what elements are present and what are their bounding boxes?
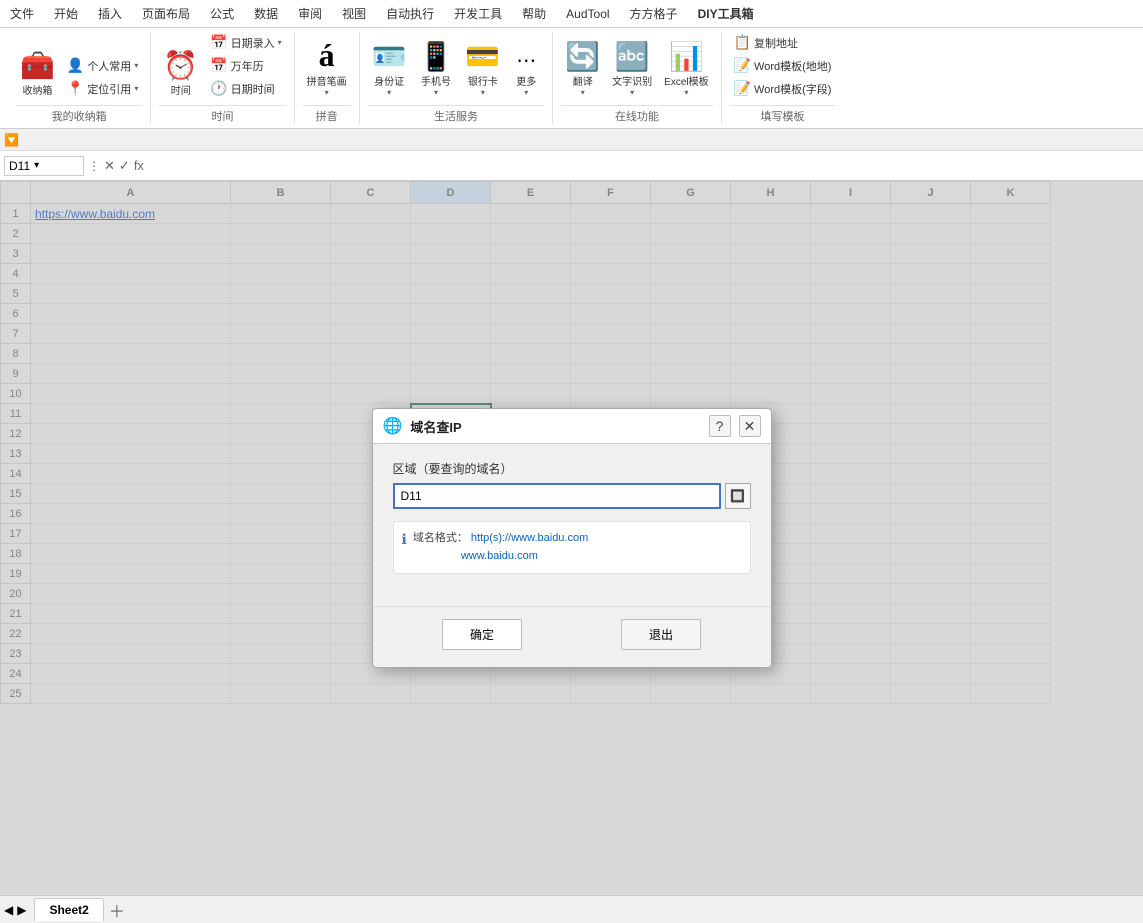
almanac-icon: 📅 <box>210 57 227 74</box>
quick-access-bar: 🔽 <box>0 129 1143 151</box>
add-sheet-btn[interactable]: ＋ <box>106 899 128 921</box>
ribbon-btn-copyaddress[interactable]: 📋 复制地址 <box>730 32 836 53</box>
ribbon-btn-phone[interactable]: 📱 手机号 ▾ <box>415 41 458 99</box>
bankcard-icon: 💳 <box>465 43 500 71</box>
sheet-tabs: ◀ ▶ Sheet2 ＋ <box>0 895 1143 923</box>
modal-footer: 确定 退出 <box>373 606 771 662</box>
scroll-left-btn[interactable]: ◀ <box>4 903 13 917</box>
modal-help-btn[interactable]: ? <box>709 415 731 437</box>
ribbon-group-inbox: 🧰 收纳箱 👤 个人常用 ▾ 📍 定位引用 ▾ 我的收纳箱 <box>8 32 151 124</box>
menu-developer[interactable]: 开发工具 <box>444 1 512 26</box>
field-input-row: 🔲 <box>393 483 751 509</box>
word-icon-2: 📝 <box>734 80 751 97</box>
ribbon-btn-idcard[interactable]: 🪪 身份证 ▾ <box>368 41 411 99</box>
modal-title: 域名查IP <box>410 417 708 436</box>
ribbon-group-online: 🔄 翻译 ▾ 🔤 文字识别 ▾ 📊 Excel模板 ▾ 在线功能 <box>553 32 721 124</box>
spreadsheet-container: A B C D E F G H I J K 1https://www.baidu… <box>0 181 1143 895</box>
ribbon-btn-almanac[interactable]: 📅 万年历 <box>206 55 285 76</box>
menu-ffgz[interactable]: 方方格子 <box>620 1 688 26</box>
ribbon-btn-personal[interactable]: 👤 个人常用 ▾ <box>63 55 142 76</box>
menu-view[interactable]: 视图 <box>332 1 376 26</box>
calendar-icon: 📅 <box>210 34 227 51</box>
locate-icon: 📍 <box>67 80 84 97</box>
formula-bar: D11 ▾ ⋮ ✕ ✓ fx <box>0 151 1143 181</box>
quick-dropdown[interactable]: 🔽 <box>4 133 19 147</box>
menu-file[interactable]: 文件 <box>0 1 44 26</box>
ribbon: 🧰 收纳箱 👤 个人常用 ▾ 📍 定位引用 ▾ 我的收纳箱 <box>0 28 1143 129</box>
modal-titlebar: 🌐 域名查IP ? ✕ <box>373 409 771 444</box>
excel-icon: 📊 <box>669 43 704 71</box>
ribbon-group-template: 📋 复制地址 📝 Word模板(地地) 📝 Word模板(字段) 填写模板 <box>722 32 844 124</box>
ribbon-btn-datetime[interactable]: 🕐 日期时间 <box>206 78 285 99</box>
domain-input[interactable] <box>393 483 721 509</box>
field-select-btn[interactable]: 🔲 <box>725 483 751 509</box>
translate-icon: 🔄 <box>565 43 600 71</box>
ribbon-btn-dateentry[interactable]: 📅 日期录入 ▾ <box>206 32 285 53</box>
menu-audtool[interactable]: AudTool <box>556 3 619 25</box>
ribbon-btn-wordtemplate1[interactable]: 📝 Word模板(地地) <box>730 55 836 76</box>
select-range-icon: 🔲 <box>730 489 745 503</box>
menu-help[interactable]: 帮助 <box>512 1 556 26</box>
phone-icon: 📱 <box>419 43 454 71</box>
ribbon-btn-more[interactable]: ⋯ 更多 ▾ <box>508 49 544 99</box>
confirm-button[interactable]: 确定 <box>442 619 522 650</box>
menu-autorun[interactable]: 自动执行 <box>376 1 444 26</box>
formula-input[interactable] <box>148 157 1139 175</box>
ribbon-btn-time[interactable]: ⏰ 时间 <box>159 50 202 99</box>
domain-lookup-modal: 🌐 域名查IP ? ✕ 区域（要查询的域名） 🔲 <box>372 408 772 668</box>
formula-expand-btn[interactable]: ⋮ <box>88 159 100 173</box>
menu-layout[interactable]: 页面布局 <box>132 1 200 26</box>
time-icon: ⏰ <box>163 52 198 80</box>
formula-cancel-btn[interactable]: ✕ <box>104 158 115 174</box>
ribbon-group-services: 🪪 身份证 ▾ 📱 手机号 ▾ 💳 银行卡 ▾ ⋯ 更多 ▾ <box>360 32 554 124</box>
formula-confirm-btn[interactable]: ✓ <box>119 158 130 174</box>
menu-home[interactable]: 开始 <box>44 1 88 26</box>
menu-insert[interactable]: 插入 <box>88 1 132 26</box>
word-icon-1: 📝 <box>734 57 751 74</box>
ribbon-btn-pinyin[interactable]: á 拼音笔画 ▾ <box>303 37 351 99</box>
ribbon-btn-ocr[interactable]: 🔤 文字识别 ▾ <box>608 41 656 99</box>
clock-icon: 🕐 <box>210 80 227 97</box>
ocr-icon: 🔤 <box>615 43 650 71</box>
name-box[interactable]: D11 ▾ <box>4 156 84 176</box>
modal-overlay: 🌐 域名查IP ? ✕ 区域（要查询的域名） 🔲 <box>0 181 1143 895</box>
scroll-right-btn[interactable]: ▶ <box>17 903 26 917</box>
main-area: A B C D E F G H I J K 1https://www.baidu… <box>0 181 1143 895</box>
ribbon-btn-wordtemplate2[interactable]: 📝 Word模板(字段) <box>730 78 836 99</box>
modal-app-icon: 🌐 <box>383 416 403 436</box>
ribbon-btn-translate[interactable]: 🔄 翻译 ▾ <box>561 41 604 99</box>
copy-icon: 📋 <box>734 34 751 51</box>
ribbon-btn-locate[interactable]: 📍 定位引用 ▾ <box>63 78 142 99</box>
sheet-tab-sheet2[interactable]: Sheet2 <box>34 898 103 921</box>
ribbon-group-pinyin: á 拼音笔画 ▾ 拼音 <box>295 32 360 124</box>
info-text: 域名格式： http(s)://www.baidu.com www.baidu.… <box>413 530 588 565</box>
formula-fx-btn[interactable]: fx <box>134 158 144 173</box>
menu-bar: 文件 开始 插入 页面布局 公式 数据 审阅 视图 自动执行 开发工具 帮助 A… <box>0 0 1143 28</box>
info-row: ℹ 域名格式： http(s)://www.baidu.com www.baid… <box>393 521 751 574</box>
ribbon-btn-inbox[interactable]: 🧰 收纳箱 <box>16 50 59 99</box>
modal-close-btn[interactable]: ✕ <box>739 415 761 437</box>
ribbon-btn-bankcard[interactable]: 💳 银行卡 ▾ <box>461 41 504 99</box>
idcard-icon: 🪪 <box>372 43 407 71</box>
personal-icon: 👤 <box>67 57 84 74</box>
field-label: 区域（要查询的域名） <box>393 460 751 477</box>
menu-formula[interactable]: 公式 <box>200 1 244 26</box>
info-icon: ℹ <box>402 531 407 548</box>
ribbon-group-time: ⏰ 时间 📅 日期录入 ▾ 📅 万年历 🕐 日期时间 <box>151 32 294 124</box>
inbox-icon: 🧰 <box>20 52 55 80</box>
more-icon: ⋯ <box>516 51 536 71</box>
ribbon-btn-exceltemplate[interactable]: 📊 Excel模板 ▾ <box>660 41 712 99</box>
menu-review[interactable]: 审阅 <box>288 1 332 26</box>
pinyin-icon: á <box>319 39 335 71</box>
menu-diy[interactable]: DIY工具箱 <box>688 1 764 26</box>
menu-data[interactable]: 数据 <box>244 1 288 26</box>
modal-body: 区域（要查询的域名） 🔲 ℹ 域名格式： http(s)://www.baidu… <box>373 444 771 606</box>
cancel-button[interactable]: 退出 <box>621 619 701 650</box>
